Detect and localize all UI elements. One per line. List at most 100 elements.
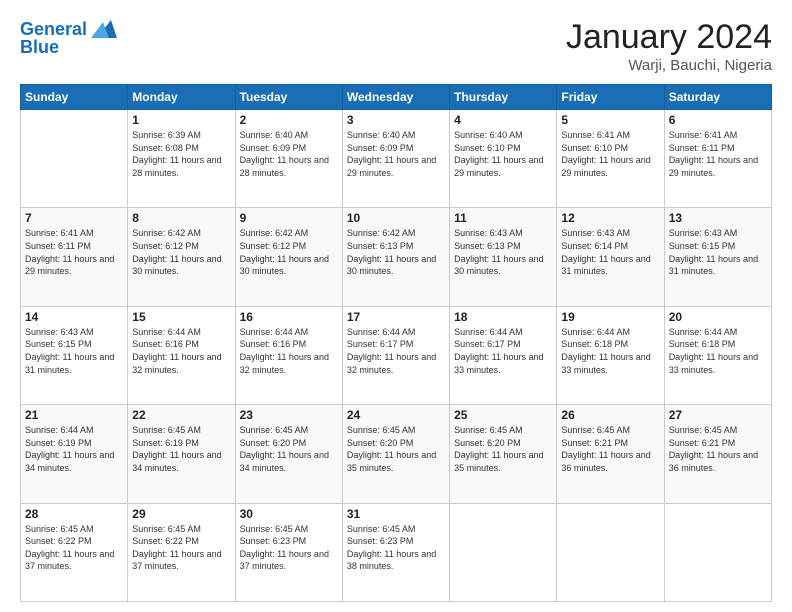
location: Warji, Bauchi, Nigeria [566,57,772,74]
table-row: 4Sunrise: 6:40 AMSunset: 6:10 PMDaylight… [450,110,557,208]
title-area: January 2024 Warji, Bauchi, Nigeria [566,18,772,74]
table-row [664,503,771,601]
table-row: 3 Sunrise: 6:40 AMSunset: 6:09 PMDaylight… [342,110,449,208]
calendar-week-row: 7 Sunrise: 6:41 AMSunset: 6:11 PMDaylight… [21,208,772,306]
day-number: 15 [132,310,230,324]
cell-info: Sunrise: 6:44 AMSunset: 6:16 PMDaylight:… [240,326,338,376]
cell-info: Sunrise: 6:41 AMSunset: 6:10 PMDaylight:… [561,129,659,179]
day-number: 10 [347,211,445,225]
cell-info: Sunrise: 6:44 AMSunset: 6:16 PMDaylight:… [132,326,230,376]
table-row: 7 Sunrise: 6:41 AMSunset: 6:11 PMDaylight… [21,208,128,306]
cell-info: Sunrise: 6:45 AMSunset: 6:20 PMDaylight:… [240,424,338,474]
table-row: 10 Sunrise: 6:42 AMSunset: 6:13 PMDayligh… [342,208,449,306]
col-monday: Monday [128,85,235,110]
cell-info: Sunrise: 6:44 AMSunset: 6:19 PMDaylight:… [25,424,123,474]
day-number: 12 [561,211,659,225]
day-number: 14 [25,310,123,324]
day-number: 23 [240,408,338,422]
cell-info: Sunrise: 6:42 AMSunset: 6:12 PMDaylight:… [240,227,338,277]
day-number: 21 [25,408,123,422]
cell-info: Sunrise: 6:45 AMSunset: 6:23 PMDaylight:… [240,523,338,573]
day-number: 2 [240,113,338,127]
table-row: 8 Sunrise: 6:42 AMSunset: 6:12 PMDaylight… [128,208,235,306]
table-row: 11 Sunrise: 6:43 AMSunset: 6:13 PMDayligh… [450,208,557,306]
table-row: 1 Sunrise: 6:39 AMSunset: 6:08 PMDaylight… [128,110,235,208]
table-row: 19 Sunrise: 6:44 AMSunset: 6:18 PMDayligh… [557,306,664,404]
day-number: 8 [132,211,230,225]
table-row: 26Sunrise: 6:45 AMSunset: 6:21 PMDayligh… [557,405,664,503]
header: General Blue January 2024 Warji, Bauchi,… [20,18,772,74]
cell-info: Sunrise: 6:41 AMSunset: 6:11 PMDaylight:… [25,227,123,277]
table-row: 21 Sunrise: 6:44 AMSunset: 6:19 PMDayligh… [21,405,128,503]
day-number: 28 [25,507,123,521]
day-number: 25 [454,408,552,422]
day-number: 18 [454,310,552,324]
table-row: 29 Sunrise: 6:45 AMSunset: 6:22 PMDayligh… [128,503,235,601]
month-title: January 2024 [566,18,772,57]
table-row: 25 Sunrise: 6:45 AMSunset: 6:20 PMDayligh… [450,405,557,503]
table-row: 5Sunrise: 6:41 AMSunset: 6:10 PMDaylight… [557,110,664,208]
table-row: 27 Sunrise: 6:45 AMSunset: 6:21 PMDayligh… [664,405,771,503]
cell-info: Sunrise: 6:43 AMSunset: 6:13 PMDaylight:… [454,227,552,277]
day-number: 3 [347,113,445,127]
logo-text-blue: Blue [20,38,59,58]
page: General Blue January 2024 Warji, Bauchi,… [0,0,792,612]
table-row [450,503,557,601]
day-number: 7 [25,211,123,225]
cell-info: Sunrise: 6:40 AMSunset: 6:10 PMDaylight:… [454,129,552,179]
cell-info: Sunrise: 6:39 AMSunset: 6:08 PMDaylight:… [132,129,230,179]
calendar-week-row: 1 Sunrise: 6:39 AMSunset: 6:08 PMDaylight… [21,110,772,208]
day-number: 22 [132,408,230,422]
table-row: 13 Sunrise: 6:43 AMSunset: 6:15 PMDayligh… [664,208,771,306]
cell-info: Sunrise: 6:42 AMSunset: 6:12 PMDaylight:… [132,227,230,277]
calendar-header-row: Sunday Monday Tuesday Wednesday Thursday… [21,85,772,110]
table-row: 15 Sunrise: 6:44 AMSunset: 6:16 PMDayligh… [128,306,235,404]
day-number: 9 [240,211,338,225]
day-number: 29 [132,507,230,521]
col-sunday: Sunday [21,85,128,110]
day-number: 31 [347,507,445,521]
col-friday: Friday [557,85,664,110]
table-row: 16 Sunrise: 6:44 AMSunset: 6:16 PMDayligh… [235,306,342,404]
calendar-week-row: 28 Sunrise: 6:45 AMSunset: 6:22 PMDayligh… [21,503,772,601]
cell-info: Sunrise: 6:44 AMSunset: 6:17 PMDaylight:… [347,326,445,376]
cell-info: Sunrise: 6:45 AMSunset: 6:19 PMDaylight:… [132,424,230,474]
cell-info: Sunrise: 6:45 AMSunset: 6:23 PMDaylight:… [347,523,445,573]
day-number: 1 [132,113,230,127]
cell-info: Sunrise: 6:44 AMSunset: 6:17 PMDaylight:… [454,326,552,376]
cell-info: Sunrise: 6:43 AMSunset: 6:15 PMDaylight:… [669,227,767,277]
cell-info: Sunrise: 6:44 AMSunset: 6:18 PMDaylight:… [669,326,767,376]
table-row: 24Sunrise: 6:45 AMSunset: 6:20 PMDayligh… [342,405,449,503]
table-row: 9 Sunrise: 6:42 AMSunset: 6:12 PMDaylight… [235,208,342,306]
day-number: 20 [669,310,767,324]
logo: General Blue [20,18,119,58]
day-number: 13 [669,211,767,225]
cell-info: Sunrise: 6:45 AMSunset: 6:21 PMDaylight:… [669,424,767,474]
table-row: 23 Sunrise: 6:45 AMSunset: 6:20 PMDayligh… [235,405,342,503]
cell-info: Sunrise: 6:45 AMSunset: 6:20 PMDaylight:… [454,424,552,474]
day-number: 30 [240,507,338,521]
calendar-week-row: 14Sunrise: 6:43 AMSunset: 6:15 PMDayligh… [21,306,772,404]
table-row: 2Sunrise: 6:40 AMSunset: 6:09 PMDaylight… [235,110,342,208]
day-number: 6 [669,113,767,127]
cell-info: Sunrise: 6:40 AMSunset: 6:09 PMDaylight:… [347,129,445,179]
day-number: 26 [561,408,659,422]
table-row: 30 Sunrise: 6:45 AMSunset: 6:23 PMDayligh… [235,503,342,601]
table-row: 12Sunrise: 6:43 AMSunset: 6:14 PMDayligh… [557,208,664,306]
day-number: 11 [454,211,552,225]
cell-info: Sunrise: 6:44 AMSunset: 6:18 PMDaylight:… [561,326,659,376]
cell-info: Sunrise: 6:42 AMSunset: 6:13 PMDaylight:… [347,227,445,277]
table-row: 22 Sunrise: 6:45 AMSunset: 6:19 PMDayligh… [128,405,235,503]
day-number: 19 [561,310,659,324]
calendar-table: Sunday Monday Tuesday Wednesday Thursday… [20,84,772,602]
day-number: 17 [347,310,445,324]
day-number: 16 [240,310,338,324]
col-wednesday: Wednesday [342,85,449,110]
col-tuesday: Tuesday [235,85,342,110]
cell-info: Sunrise: 6:45 AMSunset: 6:22 PMDaylight:… [132,523,230,573]
table-row: 17 Sunrise: 6:44 AMSunset: 6:17 PMDayligh… [342,306,449,404]
cell-info: Sunrise: 6:41 AMSunset: 6:11 PMDaylight:… [669,129,767,179]
table-row [557,503,664,601]
logo-icon [89,16,119,42]
day-number: 27 [669,408,767,422]
